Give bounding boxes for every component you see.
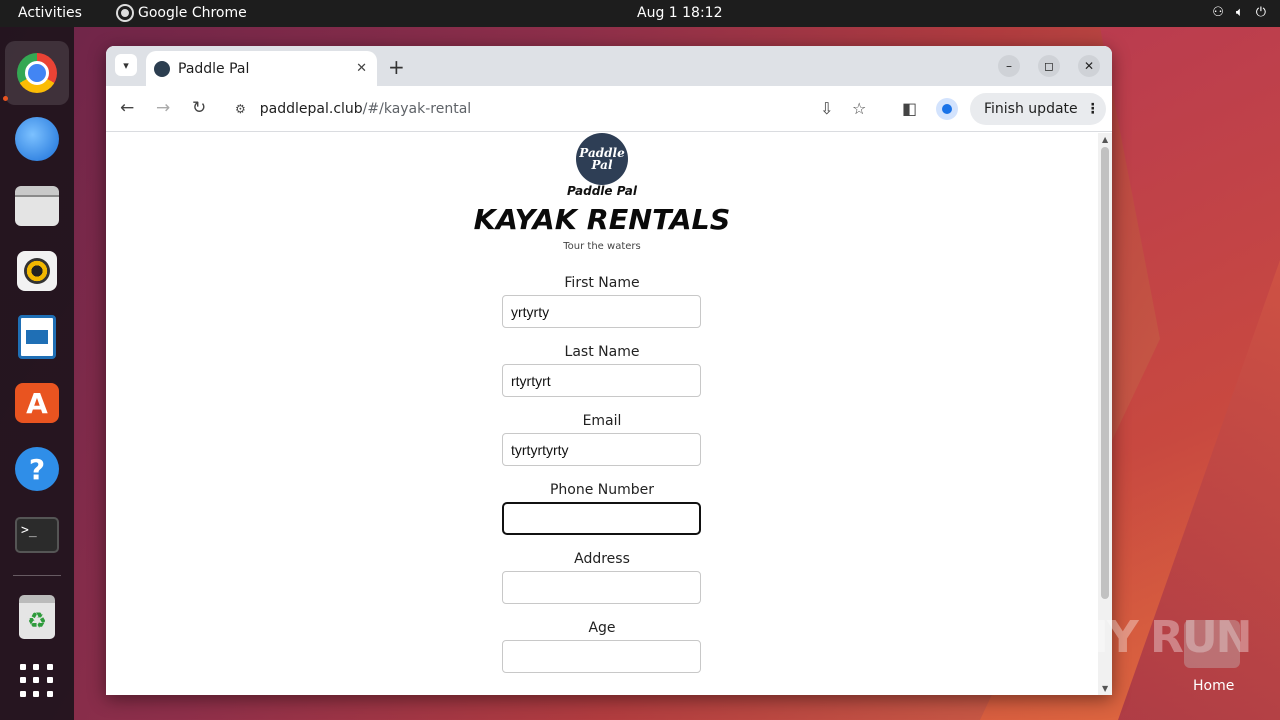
tab-search-button[interactable]: ▾ <box>115 54 137 76</box>
scroll-up-icon[interactable]: ▲ <box>1102 135 1108 144</box>
dock-help[interactable]: ? <box>13 445 61 493</box>
maximize-icon: ◻ <box>1044 59 1054 73</box>
dock-trash[interactable]: ♻ <box>13 593 61 641</box>
dock-separator <box>13 575 61 576</box>
new-tab-button[interactable]: + <box>388 55 405 79</box>
minimize-button[interactable]: – <box>998 55 1020 77</box>
first-name-label: First Name <box>564 275 640 291</box>
dock-terminal[interactable]: >_ <box>13 511 61 559</box>
network-icon: ⚇ <box>1212 5 1224 20</box>
site-info-icon[interactable]: ⚙ <box>235 102 246 116</box>
minimize-icon: – <box>1006 59 1012 73</box>
power-icon: ⏻ <box>1255 5 1266 20</box>
home-folder-icon[interactable] <box>1184 620 1240 668</box>
chrome-small-icon <box>118 6 132 20</box>
phone-number-field[interactable] <box>502 502 701 535</box>
home-folder-label: Home <box>1193 678 1235 694</box>
activities-button[interactable]: Activities <box>18 5 82 21</box>
volume-icon: 🔈︎ <box>1235 5 1244 20</box>
age-field[interactable] <box>502 640 701 673</box>
first-name-field[interactable] <box>502 295 701 328</box>
email-label: Email <box>582 413 622 429</box>
app-menu[interactable]: Google Chrome <box>118 5 247 21</box>
help-icon: ? <box>15 447 59 491</box>
phone-number-label: Phone Number <box>549 482 655 498</box>
tab-strip: ▾ Paddle Pal ✕ + – ◻ ✕ <box>106 46 1112 86</box>
top-bar: Activities Google Chrome Aug 1 18:12 ⚇ 🔈… <box>0 0 1280 27</box>
dock: A ? >_ ♻ <box>0 27 74 720</box>
forward-icon[interactable]: → <box>156 98 170 118</box>
browser-toolbar: ← → ↻ ⚙ paddlepal.club/#/kayak-rental ⇩ … <box>106 86 1112 132</box>
back-icon[interactable]: ← <box>120 98 134 118</box>
profile-avatar[interactable] <box>936 98 958 120</box>
clock[interactable]: Aug 1 18:12 <box>637 5 723 21</box>
browser-window: ▾ Paddle Pal ✕ + – ◻ ✕ ← → ↻ ⚙ paddlepal… <box>106 46 1112 695</box>
dock-rhythmbox[interactable] <box>13 247 61 295</box>
close-tab-icon[interactable]: ✕ <box>356 61 367 76</box>
chevron-down-icon: ▾ <box>123 58 129 72</box>
favicon-icon <box>154 60 170 77</box>
running-indicator <box>3 96 8 101</box>
scrollbar-thumb[interactable] <box>1101 147 1109 599</box>
finish-update-label: Finish update <box>984 101 1078 117</box>
page-title: KAYAK RENTALS <box>473 203 731 236</box>
more-menu-icon: ⋮ <box>1085 101 1100 117</box>
age-label: Age <box>588 620 616 636</box>
dock-thunderbird[interactable] <box>13 115 61 163</box>
maximize-button[interactable]: ◻ <box>1038 55 1060 77</box>
app-menu-label: Google Chrome <box>138 5 247 21</box>
dock-app-center[interactable]: A <box>13 379 61 427</box>
close-window-button[interactable]: ✕ <box>1078 55 1100 77</box>
side-panel-icon[interactable]: ◧ <box>902 99 917 118</box>
scroll-down-icon[interactable]: ▼ <box>1102 684 1108 693</box>
close-icon: ✕ <box>1083 59 1095 73</box>
app-center-icon: A <box>15 383 59 423</box>
tagline: Tour the waters <box>563 241 641 252</box>
reload-icon[interactable]: ↻ <box>192 98 206 118</box>
url-host: paddlepal.club <box>259 101 363 117</box>
page-content: Paddle Pal Paddle Pal KAYAK RENTALS Tour… <box>106 133 1098 695</box>
show-apps-button[interactable] <box>13 657 61 705</box>
address-field[interactable] <box>502 571 701 604</box>
page-scrollbar[interactable]: ▲ ▼ <box>1098 133 1112 695</box>
files-icon <box>15 186 59 226</box>
tab-title: Paddle Pal <box>178 60 250 77</box>
finish-update-button[interactable]: Finish update ⋮ <box>970 93 1106 125</box>
dock-files[interactable] <box>13 182 61 230</box>
chrome-icon <box>17 53 57 93</box>
terminal-icon: >_ <box>15 517 59 553</box>
logo-text: Paddle Pal <box>579 146 625 172</box>
system-tray[interactable]: ⚇ 🔈︎ ⏻ <box>1212 5 1266 20</box>
trash-icon: ♻ <box>19 595 55 639</box>
last-name-field[interactable] <box>502 364 701 397</box>
tab-paddle-pal[interactable]: Paddle Pal ✕ <box>146 51 377 86</box>
address-label: Address <box>574 551 630 567</box>
dock-chrome[interactable] <box>5 41 69 105</box>
dock-writer[interactable] <box>13 313 61 361</box>
show-apps-icon <box>20 664 54 698</box>
url-path: /#/kayak-rental <box>362 101 472 117</box>
email-field[interactable] <box>502 433 701 466</box>
address-bar[interactable]: ⚙ paddlepal.club/#/kayak-rental <box>223 93 886 125</box>
paddle-pal-logo: Paddle Pal <box>576 133 628 185</box>
last-name-label: Last Name <box>564 344 640 360</box>
writer-icon <box>18 315 56 359</box>
bookmark-star-icon[interactable]: ☆ <box>852 99 866 118</box>
install-app-icon[interactable]: ⇩ <box>820 99 833 118</box>
thunderbird-icon <box>15 117 59 161</box>
logo-caption: Paddle Pal <box>567 184 637 198</box>
rhythmbox-icon <box>17 251 57 291</box>
